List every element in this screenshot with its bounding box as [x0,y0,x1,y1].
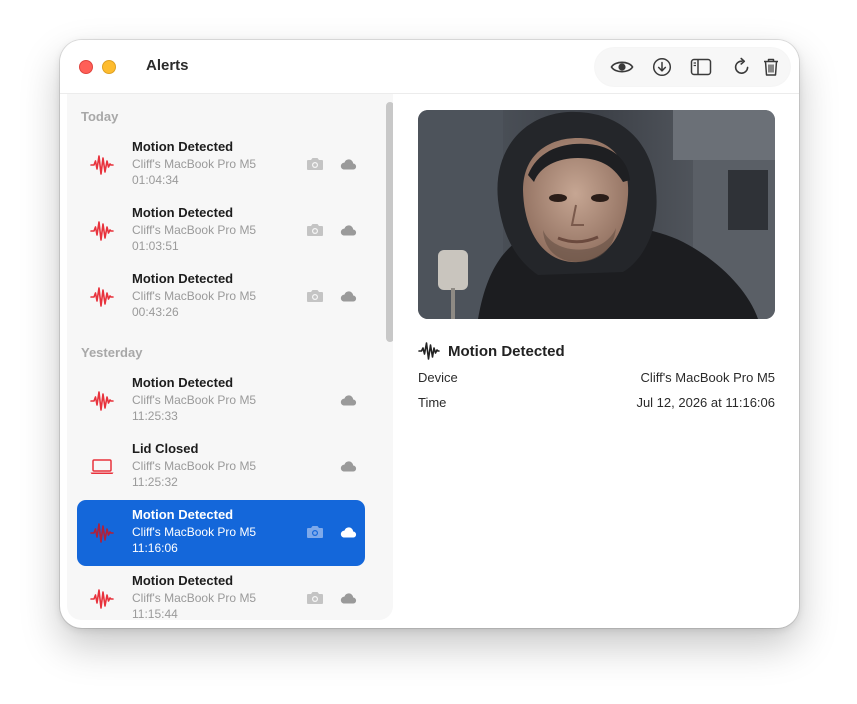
cloud-icon [340,593,357,604]
cloud-icon [340,395,357,406]
download-icon [652,57,672,77]
download-button[interactable] [649,54,675,80]
time-label: Time [418,395,447,410]
alert-title: Motion Detected [132,205,234,220]
alerts-sidebar: Today Motion Detected Cliff's MacBook Pr… [67,94,393,620]
camera-icon [307,592,323,604]
window-title: Alerts [146,57,189,74]
time-value: Jul 12, 2026 at 11:16:06 [636,395,775,410]
alert-device: Cliff's MacBook Pro M5 [132,525,257,539]
list-item[interactable]: Lid Closed Cliff's MacBook Pro M5 11:25:… [77,434,365,500]
refresh-button[interactable] [729,54,755,80]
alert-time: 00:43:26 [132,305,179,319]
alert-device: Cliff's MacBook Pro M5 [132,393,257,407]
alert-title: Lid Closed [132,441,199,456]
motion-waveform-icon [89,388,115,414]
alert-title: Motion Detected [132,139,234,154]
toggle-sidebar-button[interactable] [688,54,714,80]
alert-device: Cliff's MacBook Pro M5 [132,459,257,473]
eye-icon [610,61,634,73]
alerts-list[interactable]: Today Motion Detected Cliff's MacBook Pr… [67,94,393,620]
cloud-icon [340,527,357,538]
alert-time: 11:25:33 [132,409,178,423]
section-header-today: Today [81,109,119,124]
alert-title: Motion Detected [132,507,234,522]
trash-icon [764,58,778,76]
list-item-selected[interactable]: Motion Detected Cliff's MacBook Pro M5 1… [77,500,365,566]
cloud-icon [340,225,357,236]
motion-waveform-icon [418,342,440,360]
motion-waveform-icon [89,284,115,310]
motion-waveform-icon [89,218,115,244]
alert-title: Motion Detected [132,573,234,588]
device-label: Device [418,370,458,385]
close-window-button[interactable] [79,60,93,74]
alert-title: Motion Detected [132,375,234,390]
camera-icon [307,158,323,170]
device-value: Cliff's MacBook Pro M5 [640,370,775,385]
laptop-icon [89,454,115,480]
detail-heading: Motion Detected [418,341,565,361]
detail-title: Motion Detected [448,342,565,360]
list-item[interactable]: Motion Detected Cliff's MacBook Pro M5 0… [77,264,365,330]
motion-waveform-icon [89,152,115,178]
alert-time: 01:04:34 [132,173,179,187]
alerts-window: Alerts Today Motion Detected Cliff's Mac… [60,40,799,628]
camera-icon [307,526,323,538]
motion-waveform-icon [89,586,115,612]
alert-device: Cliff's MacBook Pro M5 [132,157,257,171]
sidebar-toggle-icon [690,58,712,76]
view-button[interactable] [609,54,635,80]
cloud-icon [340,291,357,302]
list-item[interactable]: Motion Detected Cliff's MacBook Pro M5 0… [77,132,365,198]
alert-device: Cliff's MacBook Pro M5 [132,223,257,237]
snapshot-image[interactable] [418,110,775,319]
cloud-icon [340,461,357,472]
camera-icon [307,290,323,302]
alert-time: 11:15:44 [132,607,178,620]
alert-time: 01:03:51 [132,239,179,253]
title-bar: Alerts [60,40,799,94]
alert-detail-pane: Motion Detected Device Cliff's MacBook P… [393,94,799,628]
list-item[interactable]: Motion Detected Cliff's MacBook Pro M5 1… [77,566,365,620]
delete-button[interactable] [758,54,784,80]
alert-time: 11:25:32 [132,475,178,489]
motion-waveform-icon [89,520,115,546]
time-row: Time Jul 12, 2026 at 11:16:06 [418,395,775,413]
list-item[interactable]: Motion Detected Cliff's MacBook Pro M5 0… [77,198,365,264]
alert-time: 11:16:06 [132,541,178,555]
scrollbar-thumb[interactable] [386,102,393,342]
alert-title: Motion Detected [132,271,234,286]
minimize-window-button[interactable] [102,60,116,74]
list-item[interactable]: Motion Detected Cliff's MacBook Pro M5 1… [77,368,365,434]
alert-device: Cliff's MacBook Pro M5 [132,591,257,605]
device-row: Device Cliff's MacBook Pro M5 [418,370,775,388]
cloud-icon [340,159,357,170]
toolbar [595,48,790,86]
section-header-yesterday: Yesterday [81,345,143,360]
alert-device: Cliff's MacBook Pro M5 [132,289,257,303]
refresh-icon [734,57,749,74]
camera-icon [307,224,323,236]
